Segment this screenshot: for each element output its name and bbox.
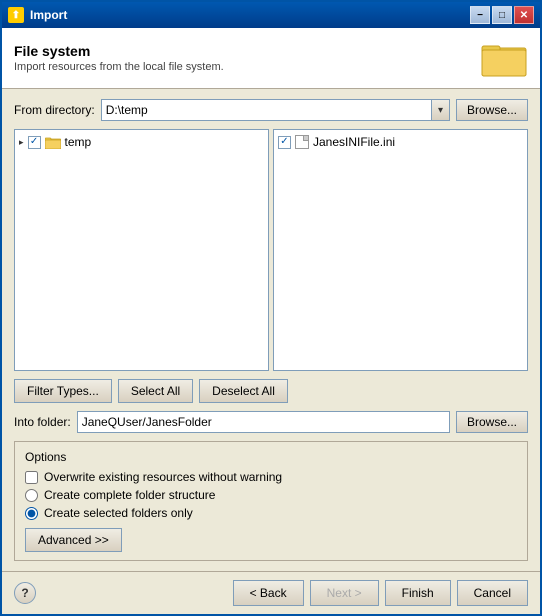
tree-item-checkbox-temp[interactable] xyxy=(28,136,41,149)
into-folder-browse-button[interactable]: Browse... xyxy=(456,411,528,433)
header-section: File system Import resources from the lo… xyxy=(2,28,540,89)
from-directory-combo[interactable]: ▾ xyxy=(101,99,450,121)
cancel-button[interactable]: Cancel xyxy=(457,580,528,606)
import-dialog: ⬆ Import − □ ✕ File system Import resour… xyxy=(0,0,542,616)
tree-expand-icon[interactable]: ▸ xyxy=(19,137,24,148)
window-icon: ⬆ xyxy=(8,7,24,23)
close-button[interactable]: ✕ xyxy=(514,6,534,24)
minimize-button[interactable]: − xyxy=(470,6,490,24)
from-directory-row: From directory: ▾ Browse... xyxy=(14,99,528,121)
footer: ? < Back Next > Finish Cancel xyxy=(2,571,540,614)
select-all-button[interactable]: Select All xyxy=(118,379,193,403)
files-panel[interactable]: JanesINIFile.ini xyxy=(273,129,528,371)
footer-right: < Back Next > Finish Cancel xyxy=(233,580,528,606)
next-button[interactable]: Next > xyxy=(310,580,379,606)
into-folder-label: Into folder: xyxy=(14,415,71,429)
into-folder-input[interactable] xyxy=(77,411,450,433)
back-button[interactable]: < Back xyxy=(233,580,304,606)
finish-button[interactable]: Finish xyxy=(385,580,451,606)
panels-row: ▸ temp JanesINIFile.ini xyxy=(14,129,528,371)
selected-folders-radio[interactable] xyxy=(25,507,38,520)
directory-tree-panel[interactable]: ▸ temp xyxy=(14,129,269,371)
from-directory-label: From directory: xyxy=(14,103,95,117)
overwrite-option-row: Overwrite existing resources without war… xyxy=(25,470,517,484)
overwrite-label: Overwrite existing resources without war… xyxy=(44,470,282,484)
options-group: Options Overwrite existing resources wit… xyxy=(14,441,528,561)
options-title: Options xyxy=(25,450,517,464)
complete-folder-option-row: Create complete folder structure xyxy=(25,488,517,502)
panel-buttons-row: Filter Types... Select All Deselect All xyxy=(14,379,528,403)
from-directory-input[interactable] xyxy=(102,100,431,120)
help-button[interactable]: ? xyxy=(14,582,36,604)
advanced-button[interactable]: Advanced >> xyxy=(25,528,122,552)
selected-folders-option-row: Create selected folders only xyxy=(25,506,517,520)
maximize-button[interactable]: □ xyxy=(492,6,512,24)
file-item-checkbox-janesinifile[interactable] xyxy=(278,136,291,149)
file-icon-janesinifile xyxy=(295,135,309,149)
folder-icon xyxy=(45,136,61,149)
filter-types-button[interactable]: Filter Types... xyxy=(14,379,112,403)
complete-folder-radio[interactable] xyxy=(25,489,38,502)
from-directory-browse-button[interactable]: Browse... xyxy=(456,99,528,121)
deselect-all-button[interactable]: Deselect All xyxy=(199,379,288,403)
tree-item-label-temp: temp xyxy=(65,135,92,149)
selected-folders-label: Create selected folders only xyxy=(44,506,193,520)
combo-arrow-icon[interactable]: ▾ xyxy=(431,100,449,120)
content-area: From directory: ▾ Browse... ▸ te xyxy=(2,89,540,571)
into-folder-row: Into folder: Browse... xyxy=(14,411,528,433)
tree-item-temp[interactable]: ▸ temp xyxy=(19,134,264,150)
file-item-janesinifile[interactable]: JanesINIFile.ini xyxy=(278,134,523,150)
footer-left: ? xyxy=(14,582,36,604)
title-buttons: − □ ✕ xyxy=(470,6,534,24)
overwrite-checkbox[interactable] xyxy=(25,471,38,484)
window-title: Import xyxy=(30,8,67,22)
page-title: File system xyxy=(14,43,224,59)
page-description: Import resources from the local file sys… xyxy=(14,61,224,73)
title-bar: ⬆ Import − □ ✕ xyxy=(2,2,540,28)
file-item-label-janesinifile: JanesINIFile.ini xyxy=(313,135,395,149)
complete-folder-label: Create complete folder structure xyxy=(44,488,215,502)
header-folder-icon xyxy=(480,38,528,78)
